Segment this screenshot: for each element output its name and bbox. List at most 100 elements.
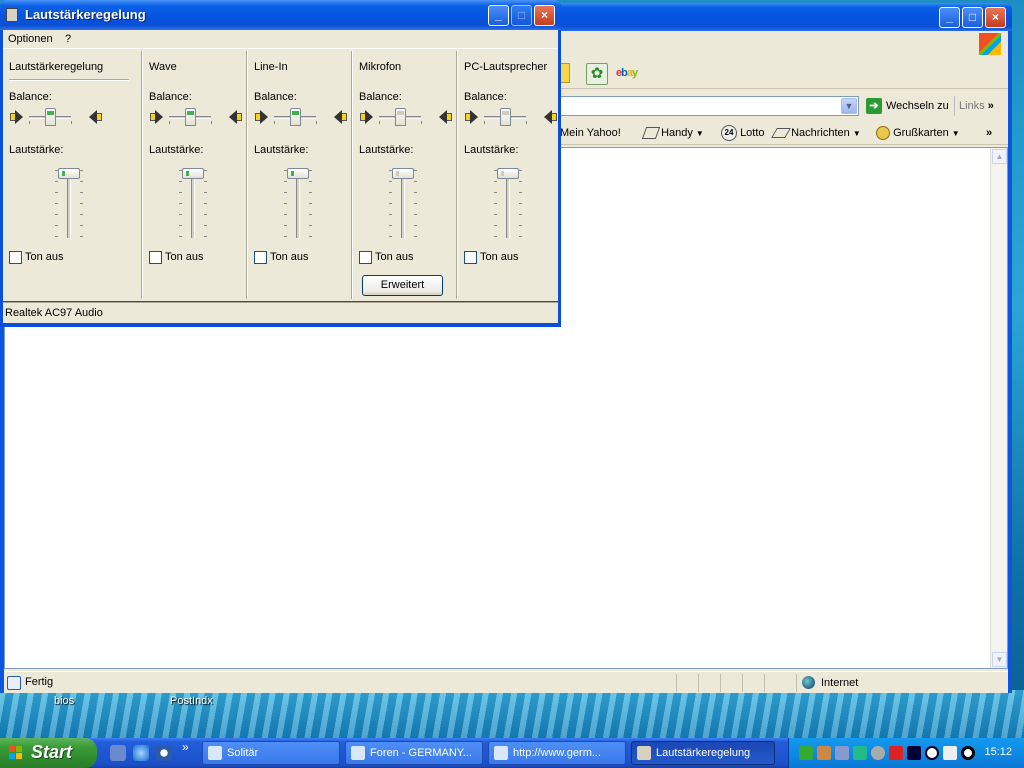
balance-slider[interactable] — [464, 107, 559, 131]
channel-line-in: Line-In Balance: Lautstärke: Ton aus — [248, 49, 351, 301]
volume-minimize-button[interactable]: _ — [488, 5, 509, 26]
ebay-icon[interactable]: ebay — [616, 67, 638, 79]
task-http[interactable]: http://www.germ... — [488, 741, 626, 765]
scroll-down-icon[interactable]: ▼ — [992, 652, 1007, 667]
windows-logo-icon — [9, 746, 23, 760]
volume-label: Lautstärke: — [359, 144, 414, 156]
links-label: Links — [959, 100, 985, 112]
solitaire-icon — [208, 746, 222, 760]
network-tray-icon[interactable] — [835, 746, 849, 760]
volume-window: Lautstärkeregelung _ □ × Optionen ? Laut… — [0, 0, 561, 327]
tray-icon[interactable] — [925, 746, 939, 760]
scroll-up-icon[interactable]: ▲ — [992, 149, 1007, 164]
link-mein-yahoo[interactable]: Mein Yahoo! — [560, 121, 621, 145]
mute-label: Ton aus — [165, 251, 204, 263]
task-foren[interactable]: Foren - GERMANY... — [345, 741, 483, 765]
dropdown-arrow-icon[interactable]: ▼ — [853, 129, 861, 138]
ie-page-icon — [7, 676, 21, 690]
balance-thumb[interactable] — [45, 108, 56, 126]
menu-help[interactable]: ? — [60, 30, 76, 48]
volume-slider[interactable] — [173, 164, 213, 244]
advanced-button[interactable]: Erweitert — [362, 275, 443, 296]
balance-slider[interactable] — [9, 107, 104, 131]
volume-statusbar: Realtek AC97 Audio — [3, 302, 558, 323]
browser-minimize-button[interactable]: _ — [939, 7, 960, 28]
tray-icon[interactable] — [817, 746, 831, 760]
quicklaunch-chevron-icon[interactable]: » — [182, 740, 189, 754]
mute-checkbox[interactable] — [359, 251, 372, 264]
task-solitaer[interactable]: Solitär — [202, 741, 340, 765]
volume-slider[interactable] — [488, 164, 528, 244]
volume-label: Lautstärke: — [149, 144, 204, 156]
link-lotto-label: Lotto — [740, 127, 765, 139]
quicklaunch-mediaplayer-icon[interactable] — [156, 745, 172, 761]
chevron-down-icon[interactable]: ▼ — [841, 98, 857, 114]
links-overflow-chevron-icon[interactable]: » — [986, 121, 992, 145]
balance-slider[interactable] — [359, 107, 454, 131]
mute-checkbox[interactable] — [149, 251, 162, 264]
tray-icon[interactable] — [961, 746, 975, 760]
volume-thumb[interactable] — [58, 168, 80, 179]
mute-label: Ton aus — [25, 251, 64, 263]
menu-optionen[interactable]: Optionen — [3, 30, 58, 48]
browser-maximize-button[interactable]: □ — [962, 7, 983, 28]
vertical-scrollbar[interactable]: ▲ ▼ — [990, 148, 1007, 668]
browser-close-button[interactable]: × — [985, 7, 1006, 28]
dropdown-arrow-icon[interactable]: ▼ — [696, 129, 704, 138]
balance-slider[interactable] — [254, 107, 349, 131]
mute-label: Ton aus — [270, 251, 309, 263]
balance-label: Balance: — [359, 91, 402, 103]
speaker-tray-icon[interactable] — [871, 746, 885, 760]
icq-tray-icon[interactable] — [799, 746, 813, 760]
windows-flag-icon — [979, 33, 1001, 55]
volume-thumb[interactable] — [497, 168, 519, 179]
link-grusskarten-label: Grußkarten — [893, 127, 949, 139]
link-nachrichten[interactable]: Nachrichten ▼ — [771, 121, 861, 145]
volume-titlebar[interactable]: Lautstärkeregelung _ □ × — [0, 0, 561, 30]
volume-slider[interactable] — [49, 164, 89, 244]
links-button[interactable]: Links » — [954, 96, 998, 116]
browser-statusbar: Fertig Internet — [4, 671, 1008, 693]
folder-icon[interactable] — [560, 63, 570, 83]
balance-thumb[interactable] — [185, 108, 196, 126]
link-lotto[interactable]: 24 Lotto — [721, 121, 765, 145]
mute-checkbox[interactable] — [464, 251, 477, 264]
mute-checkbox[interactable] — [9, 251, 22, 264]
zone-indicator: Internet — [796, 674, 996, 692]
link-handy[interactable]: Handy ▼ — [641, 121, 704, 145]
volume-thumb[interactable] — [182, 168, 204, 179]
start-button[interactable]: Start — [0, 738, 97, 768]
volume-slider[interactable] — [278, 164, 318, 244]
speaker-left-icon — [464, 109, 480, 125]
ati-tray-icon[interactable] — [889, 746, 903, 760]
volume-thumb[interactable] — [392, 168, 414, 179]
tray-icon[interactable] — [907, 746, 921, 760]
mixer-panel: Lautstärkeregelung Balance: Lautstärke: Ton… — [3, 49, 558, 301]
desktop-icon-label-postindx[interactable]: PostIndx — [170, 695, 213, 707]
volume-label: Lautstärke: — [464, 144, 519, 156]
quicklaunch-ie-icon[interactable] — [133, 745, 149, 761]
balance-thumb[interactable] — [290, 108, 301, 126]
tray-icon[interactable] — [943, 746, 957, 760]
mute-label: Ton aus — [375, 251, 414, 263]
handy-icon — [641, 127, 661, 140]
speaker-right-icon — [542, 109, 558, 125]
balance-thumb[interactable] — [395, 108, 406, 126]
go-arrow-icon: ➔ — [866, 98, 882, 114]
media-tray-icon[interactable] — [853, 746, 867, 760]
task-label: Foren - GERMANY... — [370, 747, 472, 759]
balance-slider[interactable] — [149, 107, 244, 131]
volume-slider[interactable] — [383, 164, 423, 244]
mute-checkbox[interactable] — [254, 251, 267, 264]
volume-thumb[interactable] — [287, 168, 309, 179]
balance-thumb[interactable] — [500, 108, 511, 126]
link-grusskarten[interactable]: Grußkarten ▼ — [876, 121, 960, 145]
dropdown-arrow-icon[interactable]: ▼ — [952, 129, 960, 138]
task-lautstaerkeregelung[interactable]: Lautstärkeregelung — [631, 741, 775, 765]
quicklaunch-desktop-icon[interactable] — [110, 745, 126, 761]
volume-close-button[interactable]: × — [534, 5, 555, 26]
go-button[interactable]: ➔ Wechseln zu — [864, 96, 949, 116]
icq-flower-icon[interactable]: ✿ — [586, 63, 608, 85]
volume-app-icon[interactable] — [6, 8, 18, 22]
desktop-icon-label-bios[interactable]: bios — [54, 695, 74, 707]
